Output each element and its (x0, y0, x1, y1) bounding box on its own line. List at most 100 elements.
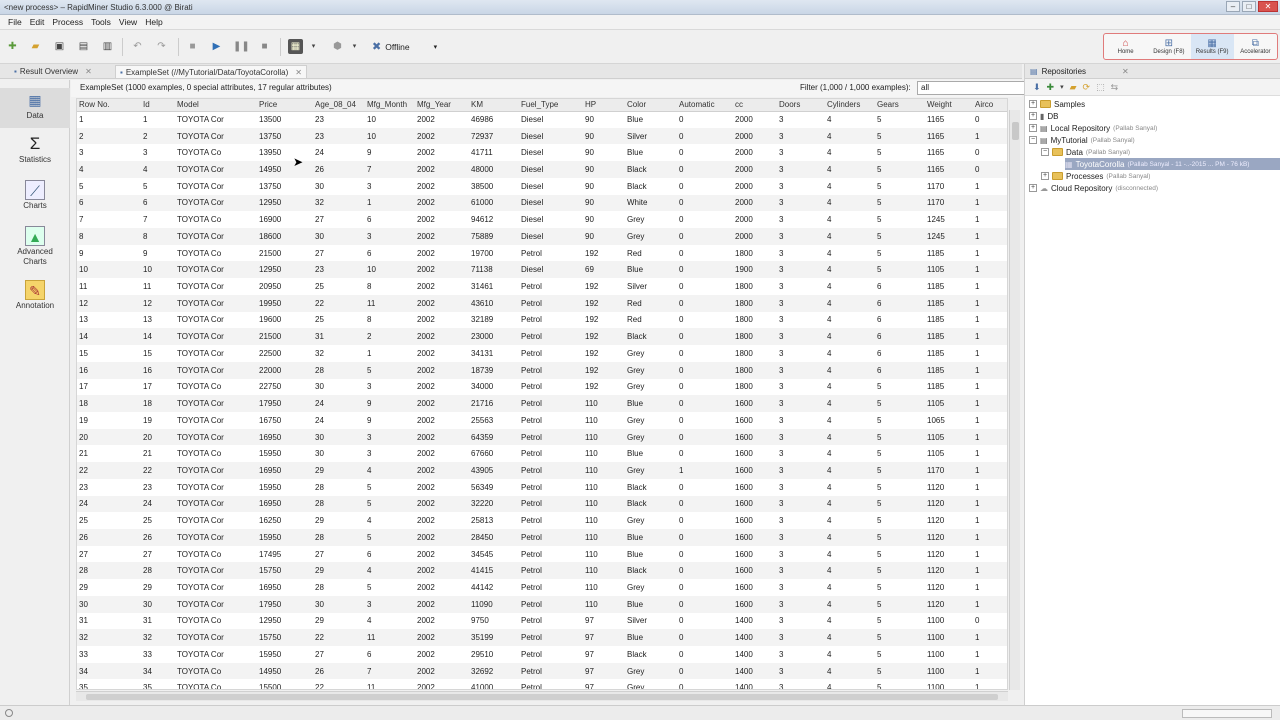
column-header[interactable]: Gears (875, 99, 925, 112)
table-row[interactable]: 30 30 TOYOTA Cor 17950 30 3 2002 11090 Petrol 110… (77, 595, 1007, 613)
table-row[interactable]: 29 29 TOYOTA Cor 16950 28 5 2002 44142 Petrol 110… (77, 579, 1007, 596)
new-process-icon[interactable]: ✚ (5, 39, 20, 54)
perspective-results[interactable]: ▦ Results (F9) (1190, 34, 1234, 59)
column-header[interactable]: Doors (777, 99, 825, 112)
column-header[interactable]: HP (583, 99, 625, 112)
minimize-button[interactable]: – (1226, 1, 1240, 12)
table-row[interactable]: 33 33 TOYOTA Cor 15950 27 6 2002 29510 Petrol 97 B… (77, 646, 1007, 663)
table-row[interactable]: 7 7 TOYOTA Co 16900 27 6 2002 94612 Diesel 90 Grey… (77, 211, 1007, 228)
offline-button[interactable]: ✖ Offline ▾ (372, 40, 437, 53)
expand-icon[interactable]: + (1029, 124, 1037, 132)
stop-icon[interactable]: ■ (257, 39, 272, 54)
table-row[interactable]: 14 14 TOYOTA Cor 21500 31 2 2002 23000 Petrol 192… (77, 328, 1007, 346)
table-row[interactable]: 18 18 TOYOTA Cor 17950 24 9 2002 21716 Petrol 110… (77, 395, 1007, 412)
nav-annotation[interactable]: ✎ Annotation (0, 280, 70, 320)
tree-item-samples[interactable]: + Samples (1029, 98, 1085, 110)
column-header[interactable]: Mfg_Month (365, 99, 415, 112)
pause-icon[interactable]: ❚❚ (233, 39, 250, 54)
menu-edit[interactable]: Edit (26, 17, 49, 27)
nav-data[interactable]: ▦ Data (0, 88, 70, 128)
menu-help[interactable]: Help (141, 17, 166, 27)
table-row[interactable]: 27 27 TOYOTA Co 17495 27 6 2002 34545 Petrol 110 B… (77, 546, 1007, 563)
menu-file[interactable]: File (4, 17, 26, 27)
table-row[interactable]: 32 32 TOYOTA Cor 15750 22 11 2002 35199 Petrol 97… (77, 629, 1007, 646)
redo-icon[interactable]: ↷ (154, 39, 169, 54)
column-header[interactable]: Age_08_04 (313, 99, 365, 112)
menu-process[interactable]: Process (48, 17, 87, 27)
expand-icon[interactable]: + (1029, 100, 1037, 108)
tree-item-cloud-repository[interactable]: + ☁ Cloud Repository (disconnected) (1029, 182, 1158, 194)
collapse-icon[interactable]: − (1041, 148, 1049, 156)
table-row[interactable]: 11 11 TOYOTA Cor 20950 25 8 2002 31461 Petrol 192… (77, 278, 1007, 295)
table-row[interactable]: 15 15 TOYOTA Cor 22500 32 1 2002 34131 Petrol 192… (77, 345, 1007, 362)
table-row[interactable]: 31 31 TOYOTA Co 12950 29 4 2002 9750 Petrol 97 Sil… (77, 613, 1007, 630)
nav-charts[interactable]: ⟋ Charts (0, 180, 70, 220)
column-header[interactable]: Price (257, 99, 313, 112)
tree-item-mytutorial[interactable]: − ▤ MyTutorial (Pallab Sanyal) (1029, 134, 1135, 146)
column-header[interactable]: Mfg_Year (415, 99, 469, 112)
column-header[interactable]: Weight (925, 99, 973, 112)
step-icon[interactable]: ■ (185, 39, 200, 54)
tab-result-overview[interactable]: ▪ Result Overview ✕ (10, 65, 96, 78)
chevron-down-icon[interactable]: ▾ (347, 39, 362, 54)
chevron-down-icon[interactable]: ▾ (1060, 83, 1064, 91)
perspective-accelerator[interactable]: ⧉ Accelerator (1234, 34, 1277, 59)
table-row[interactable]: 25 25 TOYOTA Cor 16250 29 4 2002 25813 Petrol 110… (77, 512, 1007, 529)
maximize-button[interactable]: □ (1242, 1, 1256, 12)
table-row[interactable]: 1 1 TOYOTA Cor 13500 23 10 2002 46986 Diesel 90 Bl… (77, 111, 1007, 128)
tree-item-local-repository[interactable]: + ▤ Local Repository (Pallab Sanyal) (1029, 122, 1157, 134)
table-row[interactable]: 19 19 TOYOTA Cor 16750 24 9 2002 25563 Petrol 110… (77, 412, 1007, 429)
collapse-icon[interactable]: − (1029, 136, 1037, 144)
save-all-icon[interactable]: ▥ (100, 39, 115, 54)
vertical-scrollbar[interactable] (1009, 110, 1020, 690)
table-row[interactable]: 24 24 TOYOTA Cor 16950 28 5 2002 32220 Petrol 110… (77, 495, 1007, 513)
delete-icon[interactable]: ⬚ (1096, 82, 1105, 93)
table-row[interactable]: 28 28 TOYOTA Cor 15750 29 4 2002 41415 Petrol 110… (77, 562, 1007, 580)
tool-icon[interactable]: ▦ (288, 39, 303, 54)
scroll-thumb[interactable] (1012, 122, 1019, 140)
column-header[interactable]: Model (175, 99, 257, 112)
export-icon[interactable]: ⬢ (330, 39, 345, 54)
column-header[interactable]: Id (141, 99, 175, 112)
table-row[interactable]: 16 16 TOYOTA Cor 22000 28 5 2002 18739 Petrol 192… (77, 361, 1007, 379)
table-row[interactable]: 35 35 TOYOTA Co 15500 22 11 2002 41000 Petrol 97 G… (77, 679, 1007, 689)
column-header[interactable]: Automatic (677, 99, 733, 112)
table-row[interactable]: 2 2 TOYOTA Cor 13750 23 10 2002 72937 Diesel 90 Si… (77, 127, 1007, 145)
scroll-thumb[interactable] (86, 694, 998, 700)
expand-icon[interactable]: + (1041, 172, 1049, 180)
column-header[interactable]: Cylinders (825, 99, 875, 112)
column-header[interactable]: Fuel_Type (519, 99, 583, 112)
import-icon[interactable]: ⬇ (1033, 82, 1041, 93)
table-row[interactable]: 21 21 TOYOTA Co 15950 30 3 2002 67660 Petrol 110 B… (77, 445, 1007, 462)
table-row[interactable]: 6 6 TOYOTA Cor 12950 32 1 2002 61000 Diesel 90 Whi… (77, 194, 1007, 212)
menu-view[interactable]: View (115, 17, 141, 27)
table-row[interactable]: 5 5 TOYOTA Cor 13750 30 3 2002 38500 Diesel 90 Bla… (77, 178, 1007, 195)
table-row[interactable]: 20 20 TOYOTA Cor 16950 30 3 2002 64359 Petrol 110… (77, 428, 1007, 446)
table-row[interactable]: 4 4 TOYOTA Cor 14950 26 7 2002 48000 Diesel 90 Bla… (77, 161, 1007, 178)
close-icon[interactable]: ✕ (1122, 67, 1129, 76)
menu-tools[interactable]: Tools (87, 17, 115, 27)
save-as-icon[interactable]: ▤ (76, 39, 91, 54)
close-icon[interactable]: ✕ (295, 68, 302, 77)
table-row[interactable]: 12 12 TOYOTA Cor 19950 22 11 2002 43610 Petrol 19… (77, 294, 1007, 312)
undo-icon[interactable]: ↶ (130, 39, 145, 54)
column-header[interactable]: cc (733, 99, 777, 112)
column-header[interactable]: Color (625, 99, 677, 112)
column-header[interactable]: KM (469, 99, 519, 112)
table-row[interactable]: 23 23 TOYOTA Cor 15950 28 5 2002 56349 Petrol 110… (77, 479, 1007, 496)
table-row[interactable]: 22 22 TOYOTA Cor 16950 29 4 2002 43905 Petrol 110… (77, 462, 1007, 479)
table-row[interactable]: 17 17 TOYOTA Co 22750 30 3 2002 34000 Petrol 192 G… (77, 379, 1007, 396)
table-row[interactable]: 9 9 TOYOTA Co 21500 27 6 2002 19700 Petrol 192 Red… (77, 245, 1007, 262)
table-row[interactable]: 10 10 TOYOTA Cor 12950 23 10 2002 71138 Diesel 69… (77, 261, 1007, 279)
table-row[interactable]: 34 34 TOYOTA Co 14950 26 7 2002 32692 Petrol 97 Gr… (77, 662, 1007, 680)
add-repo-icon[interactable]: ✚ (1047, 82, 1055, 93)
tree-item-toyotacorolla[interactable]: ▦ ToyotaCorolla (Pallab Sanyal - 11 -..-… (1065, 158, 1280, 170)
perspective-design[interactable]: ⊞ Design (F8) (1147, 34, 1190, 59)
horizontal-scrollbar[interactable] (76, 691, 1008, 701)
nav-statistics[interactable]: Σ Statistics (0, 134, 70, 174)
close-button[interactable]: ✕ (1258, 1, 1278, 12)
perspective-home[interactable]: ⌂ Home (1104, 34, 1147, 59)
tree-item-db[interactable]: + ▮ DB (1029, 110, 1059, 122)
expand-icon[interactable]: + (1029, 184, 1037, 192)
run-icon[interactable]: ▶ (209, 39, 224, 54)
